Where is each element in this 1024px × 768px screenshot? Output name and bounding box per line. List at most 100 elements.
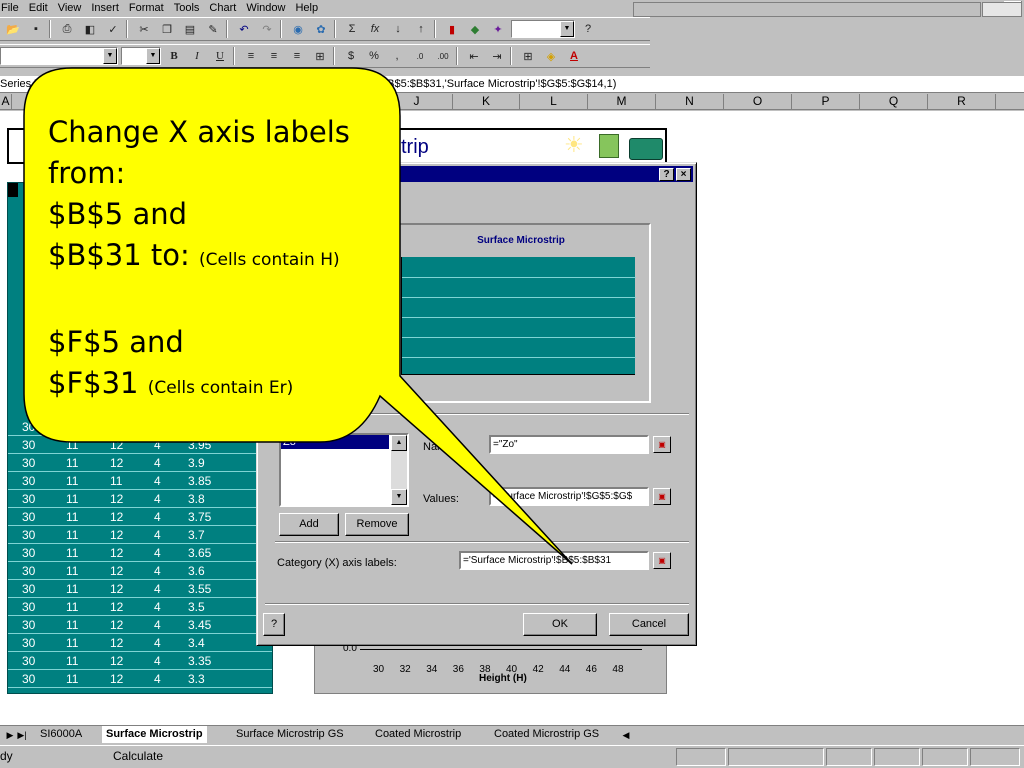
copy-icon[interactable]: ❐ bbox=[157, 20, 177, 38]
table-cell[interactable]: 3.35 bbox=[188, 653, 211, 670]
table-cell[interactable]: 3.4 bbox=[188, 635, 205, 652]
table-cell[interactable]: 3.75 bbox=[188, 509, 211, 526]
table-cell[interactable]: 30 bbox=[22, 671, 35, 688]
table-row[interactable]: 30 11 12 4 3.45 bbox=[8, 617, 272, 634]
table-cell[interactable]: 3.9 bbox=[188, 455, 205, 472]
font-size-select[interactable]: ▼ bbox=[121, 47, 161, 65]
save-icon[interactable]: ▪ bbox=[26, 20, 46, 38]
scroll-down-icon[interactable]: ▼ bbox=[391, 489, 407, 505]
sheet-tab-coated-microstrip[interactable]: Coated Microstrip bbox=[375, 726, 461, 743]
chevron-down-icon[interactable]: ▼ bbox=[103, 48, 117, 64]
table-cell[interactable]: 30 bbox=[22, 473, 35, 490]
map-icon[interactable]: ◆ bbox=[465, 20, 485, 38]
web-toolbar-icon[interactable]: ✿ bbox=[311, 20, 331, 38]
table-cell[interactable]: 4 bbox=[154, 491, 161, 508]
table-row[interactable]: 30 11 12 4 3.65 bbox=[8, 545, 272, 562]
table-cell[interactable]: 12 bbox=[110, 545, 123, 562]
font-select[interactable]: ▼ bbox=[0, 47, 118, 65]
chart-wizard-icon[interactable]: ▮ bbox=[442, 20, 462, 38]
increase-decimal-icon[interactable]: .0 bbox=[410, 47, 430, 65]
table-cell[interactable]: 11 bbox=[66, 563, 78, 580]
table-row[interactable]: 30 11 12 4 3.8 bbox=[8, 491, 272, 508]
table-cell[interactable]: 4 bbox=[154, 473, 161, 490]
table-row[interactable]: 30 11 12 4 3.9 bbox=[8, 455, 272, 472]
spelling-icon[interactable]: ✓ bbox=[103, 20, 123, 38]
increase-indent-icon[interactable]: ⇥ bbox=[487, 47, 507, 65]
help-icon[interactable]: ? bbox=[263, 613, 285, 636]
chevron-down-icon[interactable]: ▼ bbox=[146, 48, 160, 64]
column-header-r[interactable]: R bbox=[928, 94, 996, 110]
decrease-decimal-icon[interactable]: .00 bbox=[433, 47, 453, 65]
table-cell[interactable]: 12 bbox=[110, 437, 123, 454]
sheet-tab-si6000a[interactable]: SI6000A bbox=[40, 726, 82, 743]
table-cell[interactable]: 3.85 bbox=[188, 473, 211, 490]
table-cell[interactable]: 30 bbox=[22, 509, 35, 526]
table-cell[interactable]: 3.3 bbox=[188, 671, 205, 688]
table-row[interactable]: 30 11 12 4 3.75 bbox=[8, 509, 272, 526]
table-cell[interactable]: 12 bbox=[110, 527, 123, 544]
table-cell[interactable]: 30 bbox=[22, 545, 35, 562]
table-cell[interactable]: 30 bbox=[22, 617, 35, 634]
table-row[interactable]: 30 11 12 4 3.4 bbox=[8, 635, 272, 652]
menu-window[interactable]: Window bbox=[241, 1, 290, 15]
table-cell[interactable]: 11 bbox=[66, 545, 78, 562]
sort-ascending-icon[interactable]: ↓ bbox=[388, 20, 408, 38]
table-cell[interactable]: 30 bbox=[22, 599, 35, 616]
menu-view[interactable]: View bbox=[53, 1, 87, 15]
zoom-select[interactable]: ▼ bbox=[511, 20, 575, 38]
table-cell[interactable]: 4 bbox=[154, 617, 161, 634]
ok-button[interactable]: OK bbox=[523, 613, 597, 636]
table-cell[interactable]: 11 bbox=[66, 671, 78, 688]
series-list[interactable]: Zo ▲ ▼ bbox=[279, 433, 409, 507]
sheet-tab-surface-microstrip[interactable]: Surface Microstrip bbox=[102, 726, 207, 743]
autosum-icon[interactable]: Σ bbox=[342, 20, 362, 38]
table-cell[interactable]: 3.65 bbox=[188, 545, 211, 562]
align-right-icon[interactable]: ≡ bbox=[287, 47, 307, 65]
print-icon[interactable]: ⎙ bbox=[57, 20, 77, 38]
table-cell[interactable]: 11 bbox=[66, 527, 78, 544]
table-cell[interactable]: 30 bbox=[22, 563, 35, 580]
borders-icon[interactable]: ⊞ bbox=[518, 47, 538, 65]
sheet-tab-surface-microstrip-gs[interactable]: Surface Microstrip GS bbox=[236, 726, 344, 743]
table-cell[interactable]: 12 bbox=[110, 671, 123, 688]
table-cell[interactable]: 12 bbox=[110, 653, 123, 670]
table-cell[interactable]: 4 bbox=[154, 581, 161, 598]
fill-color-icon[interactable]: ◈ bbox=[541, 47, 561, 65]
table-cell[interactable]: 12 bbox=[110, 635, 123, 652]
table-cell[interactable]: 30 bbox=[22, 581, 35, 598]
redo-icon[interactable]: ↷ bbox=[257, 20, 277, 38]
table-cell[interactable]: 30 bbox=[22, 437, 35, 454]
menu-tools[interactable]: Tools bbox=[169, 1, 205, 15]
table-cell[interactable]: 11 bbox=[66, 581, 78, 598]
cut-icon[interactable]: ✂ bbox=[134, 20, 154, 38]
table-cell[interactable]: 3.45 bbox=[188, 617, 211, 634]
table-cell[interactable]: 12 bbox=[110, 491, 123, 508]
remove-button[interactable]: Remove bbox=[345, 513, 409, 536]
underline-icon[interactable]: U bbox=[210, 47, 230, 65]
table-row[interactable]: 30 11 12 4 3.6 bbox=[8, 563, 272, 580]
hyperlink-icon[interactable]: ◉ bbox=[288, 20, 308, 38]
chevron-down-icon[interactable]: ▼ bbox=[560, 21, 574, 37]
column-header-a[interactable]: A bbox=[0, 94, 12, 110]
menu-help[interactable]: Help bbox=[290, 1, 323, 15]
currency-icon[interactable]: $ bbox=[341, 47, 361, 65]
collapse-dialog-icon[interactable]: ▣ bbox=[653, 488, 671, 505]
menu-file[interactable]: File bbox=[0, 1, 24, 15]
values-field[interactable]: ='Surface Microstrip'!$G$5:$G$ bbox=[489, 487, 649, 506]
align-left-icon[interactable]: ≡ bbox=[241, 47, 261, 65]
paste-icon[interactable]: ▤ bbox=[180, 20, 200, 38]
table-cell[interactable]: 11 bbox=[66, 473, 78, 490]
table-row[interactable]: 30 11 12 4 3.3 bbox=[8, 671, 272, 688]
table-cell[interactable]: 3.55 bbox=[188, 581, 211, 598]
table-cell[interactable]: 4 bbox=[154, 671, 161, 688]
table-row[interactable]: 30 11 11 4 3.85 bbox=[8, 473, 272, 490]
scroll-up-icon[interactable]: ▲ bbox=[391, 435, 407, 451]
column-header-q[interactable]: Q bbox=[860, 94, 928, 110]
font-color-icon[interactable]: A bbox=[564, 47, 584, 65]
table-cell[interactable]: 4 bbox=[154, 527, 161, 544]
table-cell[interactable]: 4 bbox=[154, 635, 161, 652]
column-header-l[interactable]: L bbox=[520, 94, 588, 110]
percent-icon[interactable]: % bbox=[364, 47, 384, 65]
table-cell[interactable]: 12 bbox=[110, 599, 123, 616]
table-row[interactable]: 30 bbox=[8, 419, 272, 436]
